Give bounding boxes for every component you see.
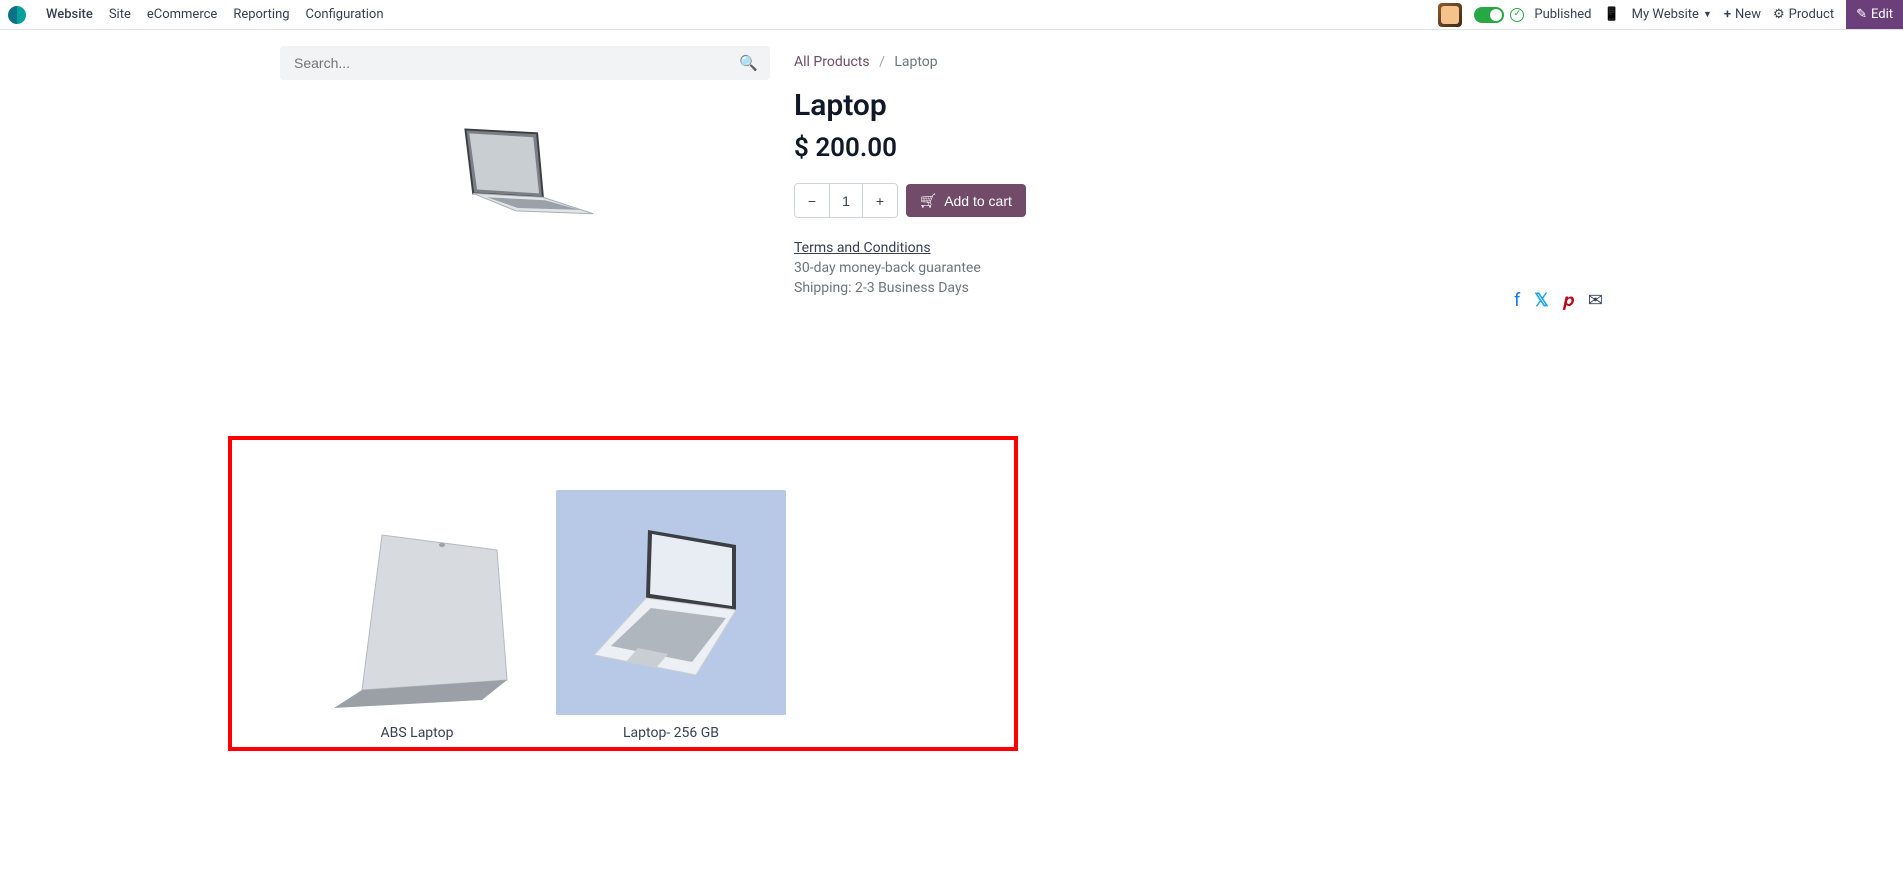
cart-icon (920, 192, 936, 209)
top-nav-left: Website Site eCommerce Reporting Configu… (8, 6, 384, 24)
facebook-share-icon[interactable]: f (1514, 290, 1520, 311)
pencil-icon (1856, 7, 1867, 22)
published-label: Published (1534, 7, 1591, 22)
app-name[interactable]: Website (46, 7, 93, 22)
nav-ecommerce[interactable]: eCommerce (147, 7, 217, 22)
product-title: Laptop (794, 88, 1623, 123)
left-column: 🔍 (280, 46, 770, 230)
plus-icon (1724, 7, 1731, 22)
my-website-label: My Website (1632, 7, 1699, 22)
product-label: Product (1789, 7, 1834, 22)
toggle-switch-icon[interactable] (1474, 7, 1504, 23)
x-share-icon[interactable]: 𝕏 (1534, 290, 1549, 311)
edit-button[interactable]: Edit (1846, 0, 1903, 29)
caret-down-icon: ▼ (1703, 9, 1712, 20)
related-item-2[interactable]: Laptop- 256 GB (556, 490, 786, 741)
search-icon[interactable]: 🔍 (739, 54, 758, 72)
nav-reporting[interactable]: Reporting (233, 7, 289, 22)
product-image (280, 120, 770, 230)
add-to-cart-label: Add to cart (944, 193, 1012, 209)
related-products-box: ABS Laptop Laptop- 256 GB (228, 436, 1018, 751)
related-item-1[interactable]: ABS Laptop (302, 490, 532, 741)
product-price: $ 200.00 (794, 133, 1623, 163)
related-name-1: ABS Laptop (381, 725, 454, 741)
shipping-text: Shipping: 2-3 Business Days (794, 280, 1623, 296)
add-to-cart-button[interactable]: Add to cart (906, 184, 1026, 217)
publish-toggle-group[interactable]: Published (1474, 7, 1591, 23)
app-logo-icon[interactable] (8, 6, 26, 24)
qty-decrease-button[interactable]: − (795, 184, 829, 217)
qty-increase-button[interactable]: + (863, 184, 897, 217)
laptop-image-icon (448, 120, 603, 230)
user-avatar[interactable] (1438, 3, 1462, 27)
related-image-2-icon (556, 490, 786, 715)
guarantee-text: 30-day money-back guarantee (794, 260, 1623, 276)
breadcrumb-current: Laptop (894, 54, 937, 70)
nav-configuration[interactable]: Configuration (306, 7, 384, 22)
top-nav-right: Published My Website ▼ New Product Edit (1438, 0, 1903, 29)
mobile-preview-icon[interactable] (1603, 7, 1619, 22)
search-input[interactable] (292, 54, 739, 72)
email-share-icon[interactable]: ✉ (1588, 290, 1603, 311)
share-icons-row: f 𝕏 𝒑 ✉ (1514, 290, 1603, 311)
new-button[interactable]: New (1724, 7, 1761, 22)
search-bar: 🔍 (280, 46, 770, 80)
new-label: New (1735, 7, 1761, 22)
breadcrumb: All Products / Laptop (794, 54, 1623, 70)
product-config-button[interactable]: Product (1773, 7, 1834, 22)
quantity-stepper: − + (794, 183, 898, 218)
edit-label: Edit (1871, 7, 1893, 22)
terms-row: Terms and Conditions (794, 240, 1623, 256)
product-main-row: 🔍 All Products / Laptop Laptop $ 200.00 … (0, 30, 1903, 296)
breadcrumb-separator: / (879, 54, 885, 70)
quantity-row: − + Add to cart (794, 183, 1623, 218)
currency-symbol: $ (794, 133, 809, 163)
price-value: 200.00 (815, 133, 897, 163)
gear-icon (1773, 7, 1785, 22)
top-nav-bar: Website Site eCommerce Reporting Configu… (0, 0, 1903, 30)
related-name-2: Laptop- 256 GB (623, 725, 719, 741)
related-image-1-icon (302, 490, 532, 715)
check-badge-icon (1510, 8, 1524, 22)
breadcrumb-all-products[interactable]: All Products (794, 54, 870, 70)
right-column: All Products / Laptop Laptop $ 200.00 − … (794, 46, 1623, 296)
pinterest-share-icon[interactable]: 𝒑 (1563, 290, 1574, 311)
nav-site[interactable]: Site (109, 7, 131, 22)
qty-input[interactable] (829, 184, 863, 217)
terms-link[interactable]: Terms and Conditions (794, 240, 931, 256)
my-website-dropdown[interactable]: My Website ▼ (1632, 7, 1712, 22)
